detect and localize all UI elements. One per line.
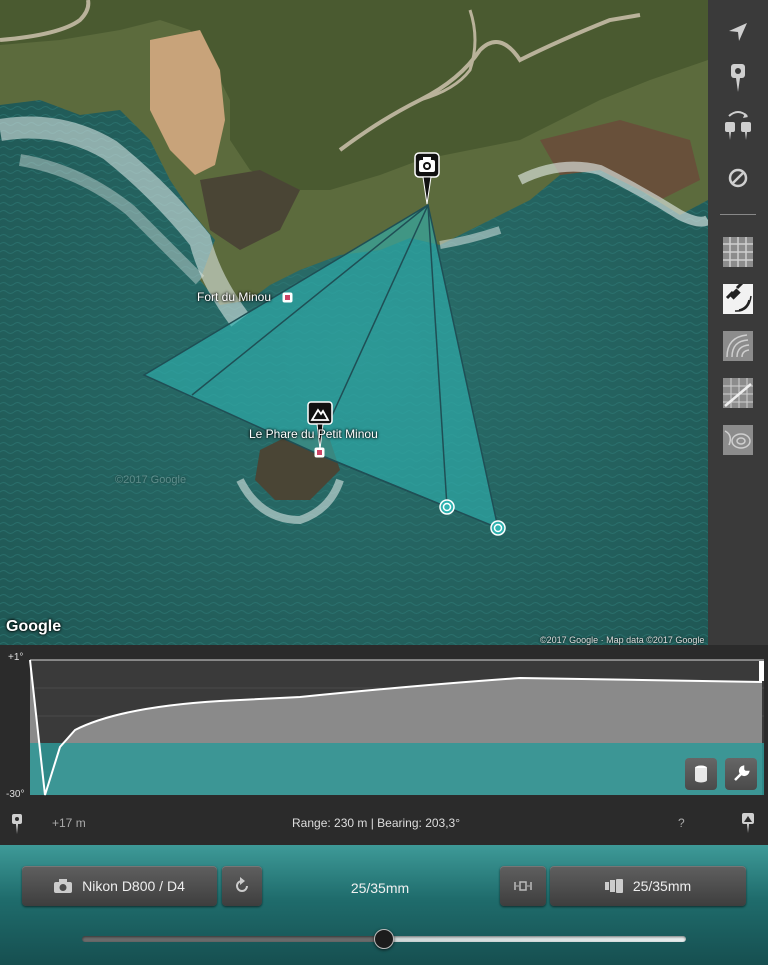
rotate-icon bbox=[236, 877, 248, 892]
fort-label: Fort du Minou bbox=[197, 290, 272, 304]
map-view[interactable]: Fort du Minou Le Phare du Petit Minou ©2… bbox=[0, 0, 708, 645]
lens-icon bbox=[604, 879, 623, 893]
terrain-layer-icon[interactable] bbox=[722, 330, 754, 362]
pin-icon[interactable] bbox=[722, 62, 754, 94]
map-sidebar bbox=[708, 0, 768, 645]
pin-icon[interactable] bbox=[741, 812, 755, 834]
hybrid-layer-icon[interactable] bbox=[722, 377, 754, 409]
sensor-frame-icon bbox=[514, 881, 532, 891]
map-watermark: ©2017 Google bbox=[115, 474, 187, 486]
topo-layer-icon[interactable] bbox=[722, 424, 754, 456]
help-button[interactable]: ? bbox=[678, 816, 685, 830]
camera-icon[interactable] bbox=[414, 152, 440, 208]
no-entry-icon[interactable] bbox=[722, 162, 754, 194]
sensor-button[interactable] bbox=[500, 866, 546, 906]
focal-length-display: 25/35mm bbox=[350, 880, 410, 896]
elevation-profile[interactable]: +1° -30° +17 m Range: 230 m | Bearing: 2… bbox=[0, 645, 768, 845]
lighthouse-label: Le Phare du Petit Minou bbox=[249, 427, 378, 441]
satellite-map bbox=[0, 0, 708, 645]
locate-arrow-icon[interactable] bbox=[722, 16, 754, 48]
profile-chart bbox=[29, 659, 764, 796]
focal-slider-thumb[interactable] bbox=[374, 929, 394, 949]
reset-button[interactable] bbox=[222, 866, 262, 906]
place-pin-icon bbox=[282, 292, 293, 303]
cylinder-icon[interactable] bbox=[685, 758, 717, 790]
map-attribution: ©2017 Google · Map data ©2017 Google bbox=[540, 635, 705, 645]
range-bearing: Range: 230 m | Bearing: 203,3° bbox=[292, 816, 461, 830]
profile-bottom-label: -30° bbox=[6, 789, 25, 800]
target-ring-icon[interactable] bbox=[490, 520, 506, 536]
satellite-layer-icon[interactable] bbox=[722, 283, 754, 315]
target-ring-icon[interactable] bbox=[439, 499, 455, 515]
google-logo: Google bbox=[6, 618, 62, 635]
place-pin-icon bbox=[314, 447, 325, 458]
camera-select-button[interactable]: Nikon D800 / D4 bbox=[22, 866, 217, 906]
pin-icon[interactable] bbox=[11, 813, 23, 835]
wrench-icon[interactable] bbox=[725, 758, 757, 790]
elevation-value: +17 m bbox=[52, 816, 86, 830]
lens-select-label: 25/35mm bbox=[632, 878, 692, 894]
profile-top-label: +1° bbox=[8, 652, 24, 663]
camera-select-label: Nikon D800 / D4 bbox=[82, 878, 185, 894]
camera-icon bbox=[54, 879, 73, 893]
grid-layer-icon[interactable] bbox=[722, 236, 754, 268]
sidebar-divider bbox=[720, 214, 756, 215]
lens-select-button[interactable]: 25/35mm bbox=[550, 866, 746, 906]
swap-pins-icon[interactable] bbox=[722, 110, 754, 142]
